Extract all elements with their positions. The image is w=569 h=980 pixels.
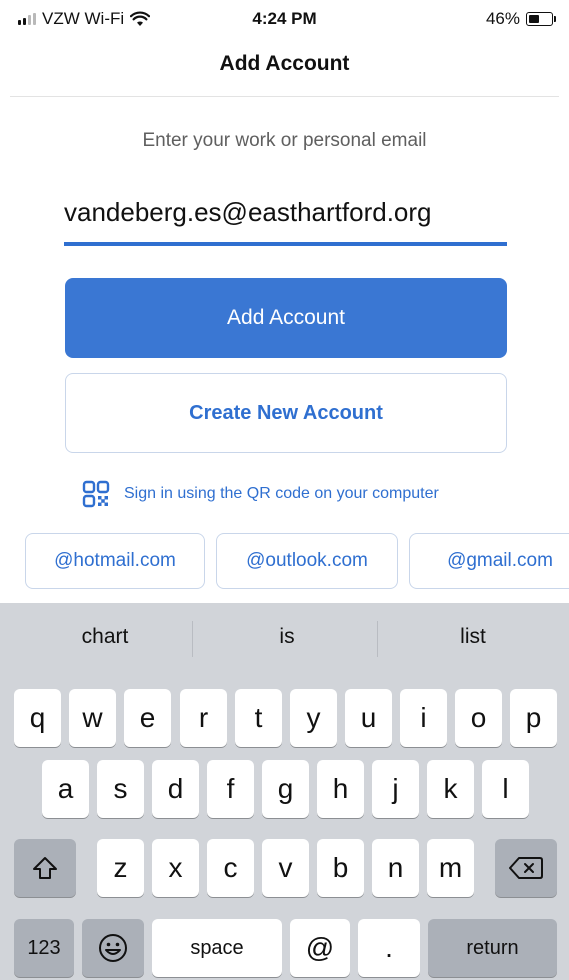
shift-icon — [33, 857, 57, 879]
prediction-1[interactable]: chart — [10, 625, 200, 649]
return-key[interactable]: return — [428, 919, 557, 977]
email-prompt: Enter your work or personal email — [142, 130, 427, 151]
key-w[interactable]: w — [69, 689, 116, 747]
key-n[interactable]: n — [372, 839, 419, 897]
shift-key[interactable] — [14, 839, 76, 897]
add-account-button[interactable]: Add Account — [65, 278, 507, 358]
domain-suggestions: @hotmail.com @outlook.com @gmail.com — [25, 533, 569, 589]
key-u[interactable]: u — [345, 689, 392, 747]
key-k[interactable]: k — [427, 760, 474, 818]
emoji-key[interactable] — [82, 919, 144, 977]
nav-divider — [10, 96, 559, 97]
domain-chip-gmail[interactable]: @gmail.com — [409, 533, 569, 589]
email-field-underline — [64, 242, 507, 246]
email-field[interactable] — [64, 188, 507, 236]
keyboard: chart is list q w e r t y u i o p a s d … — [0, 603, 569, 980]
period-key[interactable]: . — [358, 919, 420, 977]
domain-chip-hotmail[interactable]: @hotmail.com — [25, 533, 205, 589]
key-t[interactable]: t — [235, 689, 282, 747]
backspace-icon — [509, 857, 543, 879]
prediction-3[interactable]: list — [378, 625, 568, 649]
emoji-icon — [99, 934, 127, 962]
nav-bar: Add Account — [0, 36, 569, 96]
key-o[interactable]: o — [455, 689, 502, 747]
key-i[interactable]: i — [400, 689, 447, 747]
delete-key[interactable] — [495, 839, 557, 897]
key-a[interactable]: a — [42, 760, 89, 818]
key-c[interactable]: c — [207, 839, 254, 897]
key-d[interactable]: d — [152, 760, 199, 818]
numbers-key[interactable]: 123 — [14, 919, 74, 977]
predictive-bar: chart is list — [0, 603, 569, 677]
key-s[interactable]: s — [97, 760, 144, 818]
key-f[interactable]: f — [207, 760, 254, 818]
key-e[interactable]: e — [124, 689, 171, 747]
qr-code-icon — [82, 480, 110, 508]
key-b[interactable]: b — [317, 839, 364, 897]
qr-signin-label: Sign in using the QR code on your comput… — [124, 485, 439, 502]
key-m[interactable]: m — [427, 839, 474, 897]
key-g[interactable]: g — [262, 760, 309, 818]
create-new-account-button[interactable]: Create New Account — [65, 373, 507, 453]
at-key[interactable]: @ — [290, 919, 350, 977]
key-v[interactable]: v — [262, 839, 309, 897]
battery-icon — [526, 12, 556, 26]
clock: 4:24 PM — [252, 9, 317, 28]
space-key[interactable]: space — [152, 919, 282, 977]
battery-fill — [529, 15, 539, 23]
key-j[interactable]: j — [372, 760, 419, 818]
status-right: 46% — [485, 9, 556, 29]
key-l[interactable]: l — [482, 760, 529, 818]
qr-signin-link[interactable]: Sign in using the QR code on your comput… — [82, 480, 439, 508]
key-q[interactable]: q — [14, 689, 61, 747]
key-y[interactable]: y — [290, 689, 337, 747]
key-z[interactable]: z — [97, 839, 144, 897]
key-h[interactable]: h — [317, 760, 364, 818]
page-title: Add Account — [219, 52, 350, 75]
key-p[interactable]: p — [510, 689, 557, 747]
battery-percent: 46% — [485, 9, 520, 28]
key-r[interactable]: r — [180, 689, 227, 747]
key-x[interactable]: x — [152, 839, 199, 897]
prediction-2[interactable]: is — [192, 625, 382, 649]
domain-chip-outlook[interactable]: @outlook.com — [216, 533, 398, 589]
status-bar: VZW Wi-Fi 4:24 PM 46% — [0, 0, 569, 36]
